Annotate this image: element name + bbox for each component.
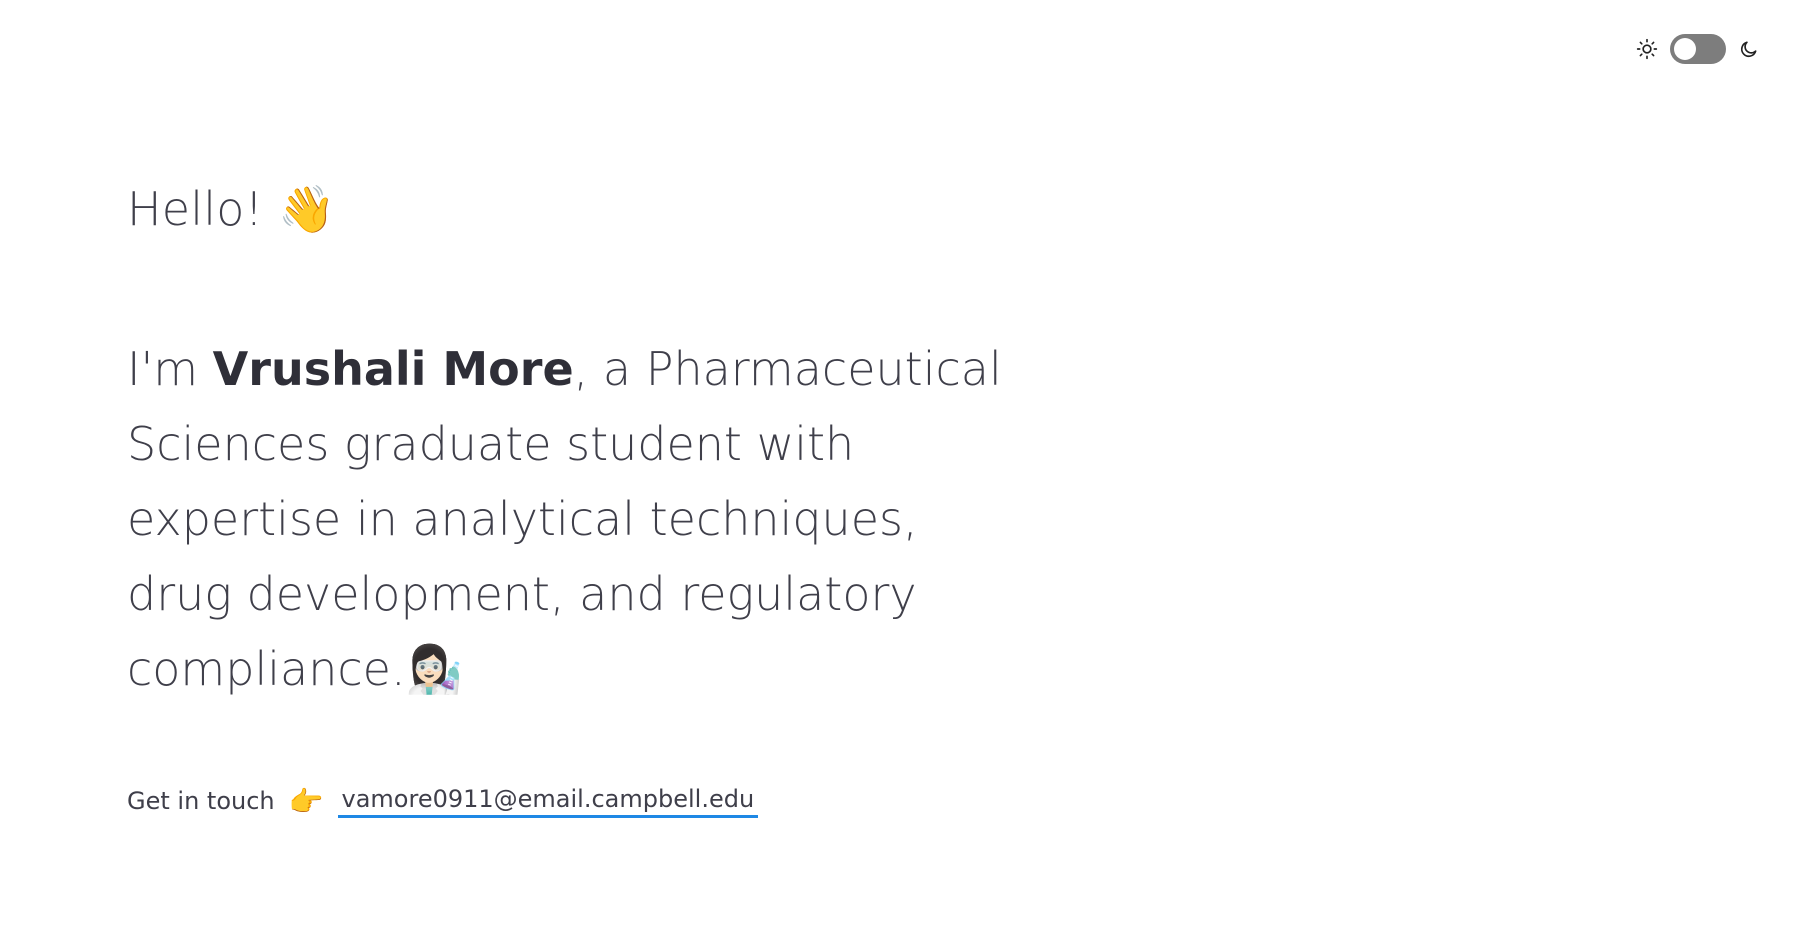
contact-label: Get in touch	[127, 787, 275, 816]
waving-hand-icon: 👋	[278, 182, 336, 236]
person-name: Vrushali More	[212, 341, 574, 396]
dark-mode-switch[interactable]	[1670, 34, 1726, 64]
theme-toggle	[1636, 34, 1760, 64]
intro-prefix: I'm	[127, 341, 213, 396]
greeting-heading: Hello! 👋	[127, 180, 1027, 240]
moon-icon	[1738, 38, 1760, 60]
switch-knob	[1674, 38, 1696, 60]
sun-icon	[1636, 38, 1658, 60]
greeting-text: Hello!	[127, 182, 264, 236]
email-link[interactable]: vamore0911@email.campbell.edu	[337, 785, 759, 818]
scientist-icon: 👩🏻‍🔬	[405, 641, 463, 696]
pointing-hand-icon: 👉	[288, 784, 324, 818]
hero-section: Hello! 👋 I'm Vrushali More, a Pharmaceut…	[127, 180, 1027, 818]
contact-row: Get in touch 👉 vamore0911@email.campbell…	[127, 785, 1027, 818]
portfolio-page: Hello! 👋 I'm Vrushali More, a Pharmaceut…	[0, 0, 1800, 936]
intro-paragraph: I'm Vrushali More, a Pharmaceutical Scie…	[127, 332, 1027, 707]
